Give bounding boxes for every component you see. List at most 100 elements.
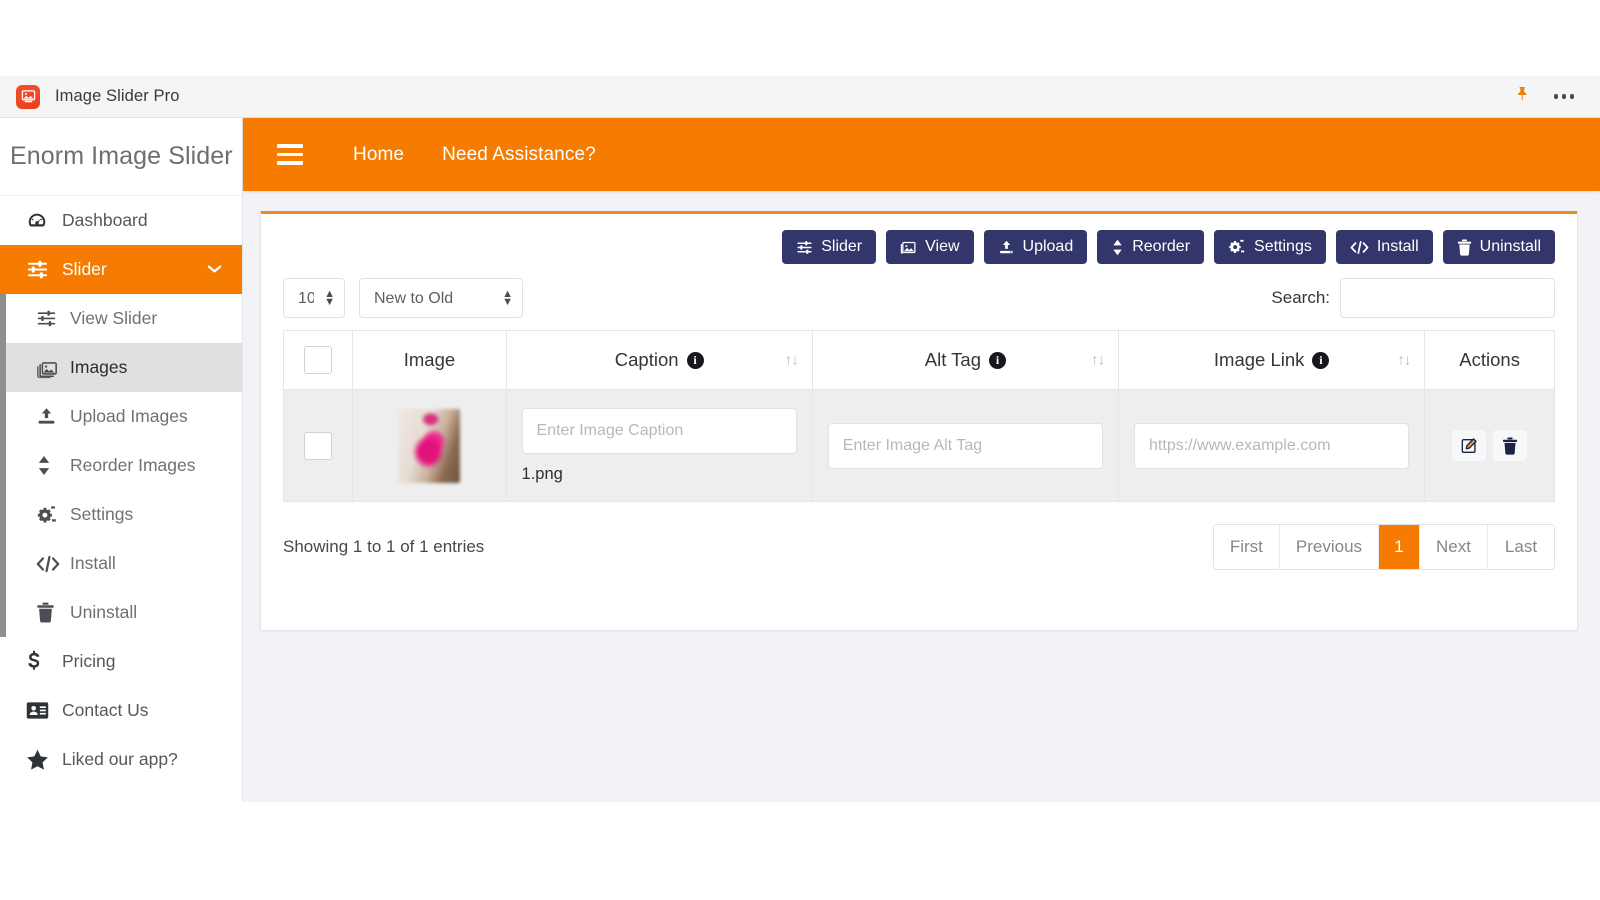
sidebar-item-install[interactable]: Install bbox=[0, 539, 242, 588]
info-icon[interactable]: i bbox=[686, 351, 704, 369]
th-alt-tag[interactable]: Alt Tag i ↑↓ bbox=[811, 330, 1120, 390]
image-app-icon bbox=[16, 84, 40, 109]
button-label: Uninstall bbox=[1479, 238, 1541, 255]
sidebar-item-settings[interactable]: Settings bbox=[0, 490, 242, 539]
image-icon bbox=[900, 241, 916, 254]
sidebar-item-uninstall[interactable]: Uninstall bbox=[0, 588, 242, 637]
view-button[interactable]: View bbox=[886, 230, 974, 264]
caption-input[interactable] bbox=[521, 407, 797, 454]
images-icon bbox=[36, 357, 70, 379]
sort-toggle-icon[interactable]: ↑↓ bbox=[1397, 352, 1411, 369]
select-all-checkbox[interactable] bbox=[304, 346, 333, 374]
column-label: Actions bbox=[1459, 349, 1520, 370]
sliders-icon bbox=[26, 258, 60, 281]
table-footer: Showing 1 to 1 of 1 entries First Previo… bbox=[261, 502, 1577, 570]
pink-dress-photo-thumbnail bbox=[398, 408, 460, 483]
sidebar-item-label: Reorder Images bbox=[70, 455, 196, 475]
sidebar-item-images[interactable]: Images bbox=[0, 343, 242, 392]
button-label: Reorder bbox=[1132, 238, 1191, 255]
pagination-next[interactable]: Next bbox=[1420, 525, 1488, 569]
row-checkbox[interactable] bbox=[304, 431, 333, 460]
info-icon[interactable]: i bbox=[989, 351, 1007, 369]
table-controls: 102550100 ▲▼ New to OldOld to New ▲▼ Sea… bbox=[261, 278, 1577, 330]
pagination-first[interactable]: First bbox=[1213, 525, 1280, 569]
upload-icon bbox=[36, 406, 70, 427]
image-link-input[interactable] bbox=[1134, 422, 1410, 469]
sidebar-item-dashboard[interactable]: Dashboard bbox=[0, 196, 242, 245]
gears-icon bbox=[36, 504, 70, 526]
trash-icon bbox=[1457, 238, 1471, 256]
upload-icon bbox=[999, 240, 1013, 253]
edit-pencil-icon bbox=[1461, 437, 1477, 453]
sidebar-item-liked-our-app[interactable]: Liked our app? bbox=[0, 735, 242, 784]
sidebar-brand: Enorm Image Slider bbox=[0, 118, 242, 196]
button-label: Slider bbox=[821, 238, 863, 255]
info-icon[interactable]: i bbox=[1312, 351, 1330, 369]
column-label: Caption bbox=[614, 349, 679, 370]
more-options-icon[interactable] bbox=[1553, 94, 1574, 99]
sort-toggle-icon[interactable]: ↑↓ bbox=[785, 352, 799, 369]
window-title-bar: Image Slider Pro bbox=[0, 76, 1600, 118]
pagination-previous[interactable]: Previous bbox=[1279, 525, 1380, 569]
sidebar-item-label: View Slider bbox=[70, 308, 158, 328]
cell-select bbox=[282, 389, 354, 502]
column-label: Image bbox=[403, 349, 456, 370]
th-caption[interactable]: Caption i ↑↓ bbox=[505, 330, 813, 390]
showing-entries-text: Showing 1 to 1 of 1 entries bbox=[283, 537, 485, 556]
images-table: Image Caption i ↑↓ Alt Tag i ↑↓ Image Li… bbox=[282, 330, 1555, 502]
install-button[interactable]: Install bbox=[1335, 230, 1433, 264]
sidebar-item-view-slider[interactable]: View Slider bbox=[0, 294, 242, 343]
settings-button[interactable]: Settings bbox=[1214, 230, 1326, 264]
upload-button[interactable]: Upload bbox=[983, 230, 1088, 264]
sidebar: Enorm Image Slider Dashboard Slider View… bbox=[0, 118, 243, 802]
th-select-all bbox=[282, 330, 354, 390]
sort-order-select[interactable]: New to OldOld to New bbox=[359, 278, 523, 318]
code-icon bbox=[1350, 240, 1369, 254]
card-toolbar: Slider View Upload Reorder Settings Inst… bbox=[261, 214, 1577, 278]
main-content: Home Need Assistance? Slider View Upload… bbox=[243, 118, 1600, 802]
trash-icon bbox=[1503, 437, 1518, 455]
navbar-link-need-assistance[interactable]: Need Assistance? bbox=[442, 144, 596, 166]
sort-toggle-icon[interactable]: ↑↓ bbox=[1091, 352, 1105, 369]
star-icon bbox=[26, 749, 60, 771]
cell-caption: 1.png bbox=[505, 389, 813, 502]
pagination-page-1[interactable]: 1 bbox=[1379, 525, 1421, 569]
alt-tag-input[interactable] bbox=[827, 422, 1104, 469]
reorder-button[interactable]: Reorder bbox=[1097, 230, 1205, 264]
search-label: Search: bbox=[1271, 288, 1330, 307]
sidebar-item-pricing[interactable]: Pricing bbox=[0, 637, 242, 686]
pin-icon[interactable] bbox=[1515, 86, 1530, 108]
gears-icon bbox=[1229, 239, 1245, 253]
contact-card-icon bbox=[26, 701, 60, 720]
sidebar-item-slider[interactable]: Slider bbox=[0, 245, 242, 294]
th-image: Image bbox=[352, 330, 507, 390]
sidebar-item-label: Images bbox=[70, 357, 128, 377]
table-row: 1.png bbox=[282, 389, 1555, 502]
uninstall-button[interactable]: Uninstall bbox=[1442, 230, 1555, 264]
hamburger-menu-icon[interactable] bbox=[277, 144, 303, 165]
sidebar-item-contact-us[interactable]: Contact Us bbox=[0, 686, 242, 735]
th-actions: Actions bbox=[1424, 330, 1555, 390]
pagination-last[interactable]: Last bbox=[1488, 525, 1554, 569]
th-image-link[interactable]: Image Link i ↑↓ bbox=[1118, 330, 1426, 390]
dashboard-gauge-icon bbox=[26, 210, 60, 232]
sidebar-item-reorder-images[interactable]: Reorder Images bbox=[0, 441, 242, 490]
sidebar-item-upload-images[interactable]: Upload Images bbox=[0, 392, 242, 441]
sidebar-item-label: Liked our app? bbox=[62, 749, 178, 769]
button-label: Settings bbox=[1254, 238, 1312, 255]
sliders-icon bbox=[797, 240, 812, 254]
navbar-link-home[interactable]: Home bbox=[353, 144, 404, 166]
button-label: Upload bbox=[1022, 238, 1074, 255]
delete-row-button[interactable] bbox=[1493, 430, 1528, 461]
entries-select-wrap: 102550100 ▲▼ bbox=[283, 278, 345, 318]
sidebar-item-label: Install bbox=[70, 553, 116, 573]
entries-per-page-select[interactable]: 102550100 bbox=[283, 278, 345, 318]
slider-button[interactable]: Slider bbox=[782, 230, 877, 264]
cell-image-link bbox=[1118, 389, 1426, 502]
sidebar-item-label: Uninstall bbox=[70, 602, 138, 622]
search-input[interactable] bbox=[1340, 278, 1555, 318]
sidebar-item-label: Contact Us bbox=[62, 700, 149, 720]
sort-updown-icon bbox=[36, 455, 70, 476]
edit-row-button[interactable] bbox=[1452, 430, 1487, 461]
sliders-icon bbox=[36, 308, 70, 329]
